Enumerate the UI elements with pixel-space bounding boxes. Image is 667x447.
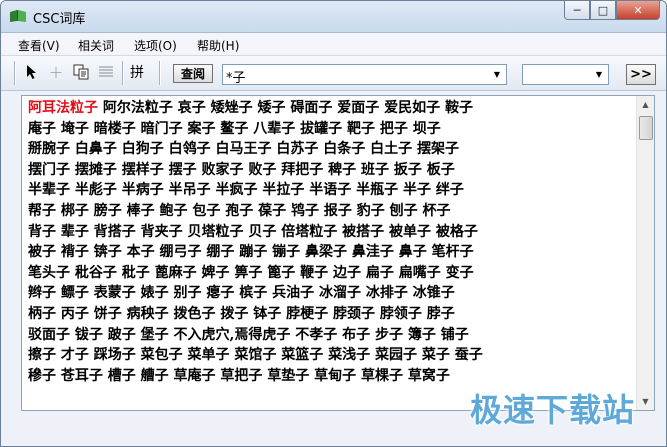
close-button[interactable]: ✕ [616, 1, 660, 20]
minimize-button[interactable]: ─ [564, 1, 590, 20]
menu-related-words[interactable]: 相关词 [78, 37, 114, 54]
maximize-button[interactable]: □ [590, 1, 616, 20]
add-icon[interactable]: ＋ [46, 62, 66, 82]
book-icon [10, 10, 26, 22]
highlighted-word[interactable]: 阿耳法粒子 [28, 100, 98, 116]
search-input[interactable]: *子 [226, 67, 246, 86]
word-row: 阿耳法粒子 阿尔法粒子 哀子 矮矬子 矮子 碍面子 爱面子 爱民如子 鞍子 [28, 98, 628, 119]
word-row[interactable]: 摆门子 摆摊子 摆样子 摆子 败家子 败子 拜把子 稗子 班子 扳子 板子 [28, 160, 628, 181]
word-row[interactable]: 柄子 丙子 饼子 病秧子 拨色子 拨子 钵子 脖梗子 脖颈子 脖领子 脖子 [28, 304, 628, 325]
word-lines: 阿耳法粒子 阿尔法粒子 哀子 矮矬子 矮子 碍面子 爱面子 爱民如子 鞍子 庵子… [28, 98, 628, 386]
menu-help[interactable]: 帮助(H) [197, 37, 239, 54]
scroll-up-icon[interactable]: ▲ [637, 96, 654, 113]
toolbar-grip [14, 61, 16, 85]
word-row[interactable]: 帮子 梆子 膀子 棒子 鲍子 包子 孢子 葆子 鸨子 报子 豹子 刨子 杯子 [28, 201, 628, 222]
copy-icon[interactable] [71, 62, 91, 82]
word-row[interactable]: 掰腕子 白鼻子 白狗子 白鸰子 白马王子 白苏子 白条子 白土子 摆架子 [28, 139, 628, 160]
menu-bar: 查看(V) 相关词 选项(O) 帮助(H) [1, 33, 666, 56]
filter-combo[interactable]: ▼ [522, 64, 609, 85]
scroll-down-icon[interactable]: ▼ [637, 393, 654, 410]
word-row[interactable]: 被子 褙子 锛子 本子 绷弓子 绷子 蹦子 镚子 鼻梁子 鼻洼子 鼻子 笔杆子 [28, 242, 628, 263]
chevron-down-icon[interactable]: ▼ [591, 66, 607, 83]
query-button[interactable]: 查阅 [173, 64, 213, 83]
word-row[interactable]: 背子 辈子 背搭子 背夹子 贝塔粒子 贝子 倍塔粒子 被搭子 被单子 被格子 [28, 222, 628, 243]
pointer-icon[interactable] [22, 62, 42, 82]
pinyin-button[interactable]: 拼 [130, 62, 144, 82]
word-row[interactable]: 庵子 埯子 暗楼子 暗门子 案子 鳌子 八辈子 拔罐子 靶子 把子 坝子 [28, 119, 628, 140]
search-combo[interactable]: *子 ▼ [222, 64, 507, 86]
vertical-scrollbar[interactable]: ▲ ▼ [636, 96, 654, 410]
menu-view[interactable]: 查看(V) [18, 37, 60, 54]
toolbar: ＋ 拼 查阅 *子 ▼ ▼ >> [1, 56, 666, 91]
word-row[interactable]: 辫子 鳔子 表蒙子 婊子 别子 瘪子 槟子 兵油子 冰溜子 冰排子 冰锥子 [28, 283, 628, 304]
chevron-down-icon[interactable]: ▼ [489, 66, 505, 83]
scroll-thumb[interactable] [639, 116, 653, 140]
window-title: CSC词库 [33, 12, 86, 27]
word-list[interactable]: 阿耳法粒子 阿尔法粒子 哀子 矮矬子 矮子 碍面子 爱面子 爱民如子 鞍子 庵子… [21, 95, 655, 411]
window-controls: ─ □ ✕ [564, 1, 660, 21]
list-icon[interactable] [96, 62, 116, 82]
toolbar-separator [159, 61, 161, 85]
word-row-text[interactable]: 阿尔法粒子 哀子 矮矬子 矮子 碍面子 爱面子 爱民如子 鞍子 [103, 100, 473, 116]
word-row[interactable]: 半辈子 半彪子 半病子 半吊子 半疯子 半拉子 半语子 半瓶子 半子 绊子 [28, 180, 628, 201]
next-button[interactable]: >> [626, 64, 656, 85]
toolbar-separator [122, 61, 124, 85]
app-window: CSC词库 ─ □ ✕ 查看(V) 相关词 选项(O) 帮助(H) ＋ 拼 查阅… [0, 0, 667, 447]
word-row[interactable]: 驳面子 钹子 跛子 堡子 不入虎穴,焉得虎子 不孝子 布子 步子 簿子 铺子 [28, 325, 628, 346]
word-row[interactable]: 笔头子 秕谷子 秕子 蓖麻子 婢子 箅子 篦子 鞭子 边子 扁子 扁嘴子 变子 [28, 263, 628, 284]
watermark: 极速下载站 [470, 391, 636, 429]
title-bar[interactable]: CSC词库 ─ □ ✕ [1, 1, 666, 33]
word-row[interactable]: 穇子 苍耳子 槽子 艚子 草庵子 草把子 草垫子 草甸子 草棵子 草窝子 [28, 366, 628, 387]
word-row[interactable]: 擦子 才子 踩场子 菜包子 菜单子 菜馆子 菜篮子 菜浅子 菜园子 菜子 蚕子 [28, 345, 628, 366]
menu-options[interactable]: 选项(O) [134, 37, 177, 54]
